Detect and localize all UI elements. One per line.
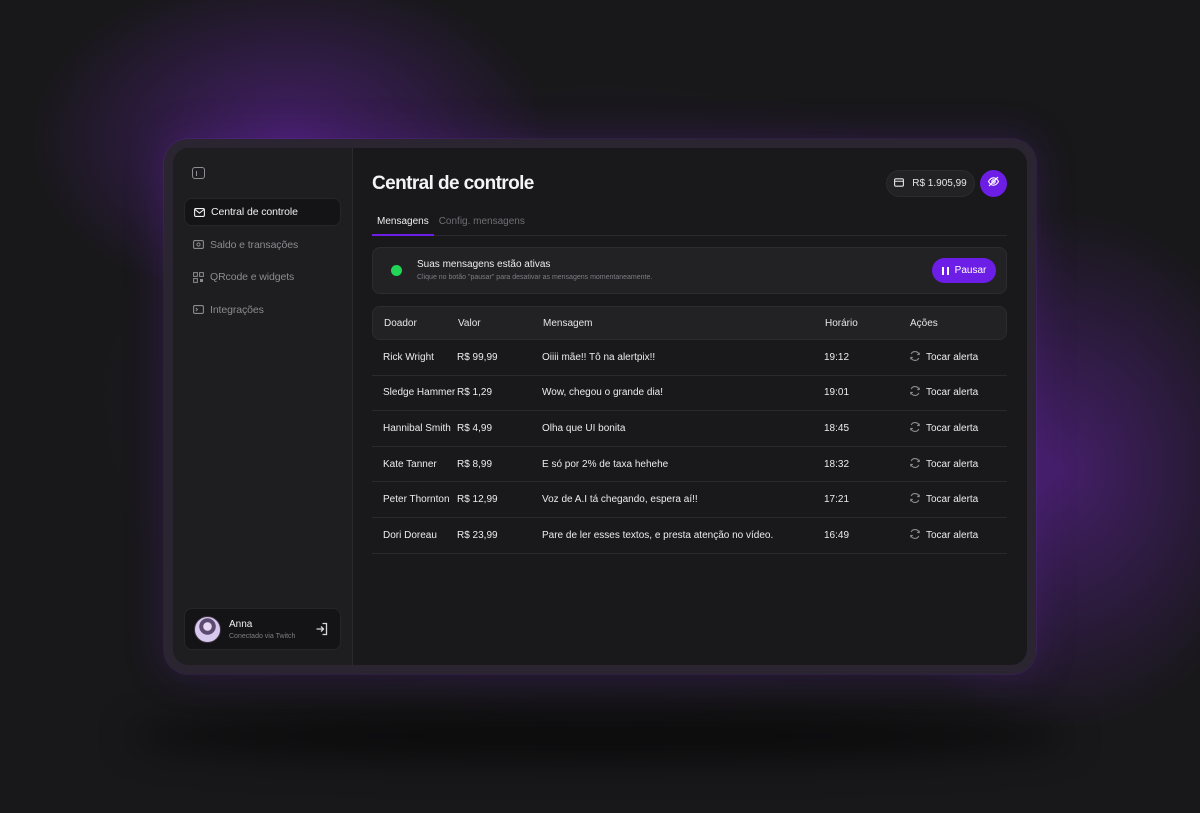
- table-row: Rick Wright R$ 99,99 Oiiii mãe!! Tô na a…: [372, 340, 1007, 376]
- replay-alert-label: Tocar alerta: [926, 351, 979, 363]
- cell-donor: Dori Doreau: [383, 529, 437, 541]
- pause-button[interactable]: Pausar: [932, 258, 996, 283]
- profile-card: Anna Conectado via Twitch: [184, 608, 341, 650]
- refresh-icon: [909, 350, 921, 365]
- pause-icon: [941, 266, 949, 275]
- replay-alert-button[interactable]: Tocar alerta: [909, 528, 1007, 543]
- cell-donor: Hannibal Smith: [383, 422, 451, 434]
- tab-config-mensagens[interactable]: Config. mensagens: [434, 212, 530, 236]
- cell-value: R$ 12,99: [457, 494, 498, 506]
- sidebar: Central de controle Saldo e transações Q…: [173, 148, 353, 665]
- table-row: Dori Doreau R$ 23,99 Pare de ler esses t…: [372, 518, 1007, 554]
- tab-bar: Mensagens Config. mensagens: [372, 212, 1007, 236]
- sidebar-item-label: Central de controle: [211, 206, 298, 218]
- profile-name: Anna: [229, 619, 253, 630]
- replay-alert-label: Tocar alerta: [926, 387, 979, 399]
- balance-badge: R$ 1.905,99: [886, 170, 975, 197]
- refresh-icon: [909, 528, 921, 543]
- cell-value: R$ 23,99: [457, 529, 498, 541]
- replay-alert-label: Tocar alerta: [926, 458, 979, 470]
- status-description: Clique no botão "pausar" para desativar …: [417, 274, 653, 281]
- cell-message: Wow, chegou o grande dia!: [542, 387, 664, 399]
- cell-value: R$ 99,99: [457, 351, 498, 363]
- column-header-doador: Doador: [384, 317, 417, 329]
- refresh-icon: [909, 385, 921, 400]
- cell-value: R$ 4,99: [457, 422, 493, 434]
- replay-alert-button[interactable]: Tocar alerta: [909, 492, 1007, 507]
- cell-time: 18:32: [824, 458, 850, 470]
- replay-alert-button[interactable]: Tocar alerta: [909, 350, 1007, 365]
- cell-donor: Peter Thornton: [383, 494, 450, 506]
- sidebar-item-label: QRcode e widgets: [210, 271, 295, 283]
- status-indicator: [391, 265, 402, 276]
- terminal-icon: [193, 305, 204, 314]
- cell-message: Olha que UI bonita: [542, 422, 626, 434]
- logout-icon[interactable]: [315, 622, 329, 636]
- refresh-icon: [909, 492, 921, 507]
- column-header-mensagem: Mensagem: [543, 317, 593, 329]
- status-title: Suas mensagens estão ativas: [417, 259, 551, 270]
- cell-time: 19:01: [824, 387, 850, 399]
- hide-balance-button[interactable]: [980, 170, 1007, 197]
- table-row: Peter Thornton R$ 12,99 Voz de A.I tá ch…: [372, 482, 1007, 518]
- balance-value: R$ 1.905,99: [912, 178, 967, 189]
- stage: Central de controle Saldo e transações Q…: [0, 0, 1200, 813]
- sidebar-item-label: Saldo e transações: [210, 238, 299, 251]
- main-content: Central de controle R$ 1.905,99 Mensagen…: [353, 148, 1027, 665]
- cell-donor: Kate Tanner: [383, 458, 437, 470]
- column-header-acoes: Ações: [910, 317, 938, 329]
- column-header-valor: Valor: [458, 317, 481, 329]
- pause-button-label: Pausar: [954, 265, 987, 276]
- eye-off-icon: [987, 175, 1000, 193]
- cell-time: 19:12: [824, 351, 850, 363]
- qrcode-icon: [193, 271, 204, 283]
- wallet-icon: [193, 240, 204, 249]
- cell-value: R$ 1,29: [457, 387, 493, 399]
- status-card: Suas mensagens estão ativas Clique no bo…: [372, 247, 1007, 294]
- column-header-horario: Horário: [825, 317, 858, 329]
- messages-table: Doador Valor Mensagem Horário Ações Rick…: [372, 306, 1007, 554]
- table-row: Kate Tanner R$ 8,99 E só por 2% de taxa …: [372, 447, 1007, 483]
- tab-mensagens[interactable]: Mensagens: [372, 212, 434, 236]
- replay-alert-label: Tocar alerta: [926, 494, 979, 506]
- refresh-icon: [909, 457, 921, 472]
- replay-alert-label: Tocar alerta: [926, 422, 979, 434]
- table-row: Hannibal Smith R$ 4,99 Olha que UI bonit…: [372, 411, 1007, 447]
- sidebar-item-integracoes[interactable]: Integrações: [184, 296, 341, 324]
- profile-subtitle: Conectado via Twitch: [229, 633, 296, 640]
- cell-time: 17:21: [824, 494, 850, 506]
- sidebar-item-central[interactable]: Central de controle: [184, 198, 341, 226]
- replay-alert-button[interactable]: Tocar alerta: [909, 385, 1007, 400]
- cell-message: Voz de A.I tá chegando, espera aí!!: [542, 494, 698, 506]
- sidebar-collapse-icon[interactable]: [192, 167, 205, 179]
- wallet-icon: [894, 177, 905, 190]
- avatar: [194, 616, 221, 643]
- sidebar-nav: Central de controle Saldo e transações Q…: [184, 198, 341, 328]
- replay-alert-button[interactable]: Tocar alerta: [909, 457, 1007, 472]
- app-window: Central de controle Saldo e transações Q…: [173, 148, 1027, 665]
- cell-donor: Sledge Hammer: [383, 387, 456, 399]
- table-header: Doador Valor Mensagem Horário Ações: [372, 306, 1007, 340]
- cell-message: Pare de ler esses textos, e presta atenç…: [542, 529, 774, 541]
- table-row: Sledge Hammer R$ 1,29 Wow, chegou o gran…: [372, 376, 1007, 412]
- sidebar-item-saldo[interactable]: Saldo e transações: [184, 231, 341, 259]
- cell-time: 16:49: [824, 529, 850, 541]
- mail-icon: [194, 207, 205, 217]
- device-shadow: [130, 712, 1070, 760]
- cell-donor: Rick Wright: [383, 351, 434, 363]
- sidebar-item-qrcode[interactable]: QRcode e widgets: [184, 263, 341, 291]
- cell-message: E só por 2% de taxa hehehe: [542, 458, 669, 470]
- sidebar-item-label: Integrações: [210, 303, 264, 316]
- replay-alert-button[interactable]: Tocar alerta: [909, 421, 1007, 436]
- refresh-icon: [909, 421, 921, 436]
- cell-message: Oiiii mãe!! Tô na alertpix!!: [542, 351, 656, 363]
- page-title: Central de controle: [372, 173, 534, 194]
- replay-alert-label: Tocar alerta: [926, 529, 979, 541]
- cell-value: R$ 8,99: [457, 458, 493, 470]
- cell-time: 18:45: [824, 422, 850, 434]
